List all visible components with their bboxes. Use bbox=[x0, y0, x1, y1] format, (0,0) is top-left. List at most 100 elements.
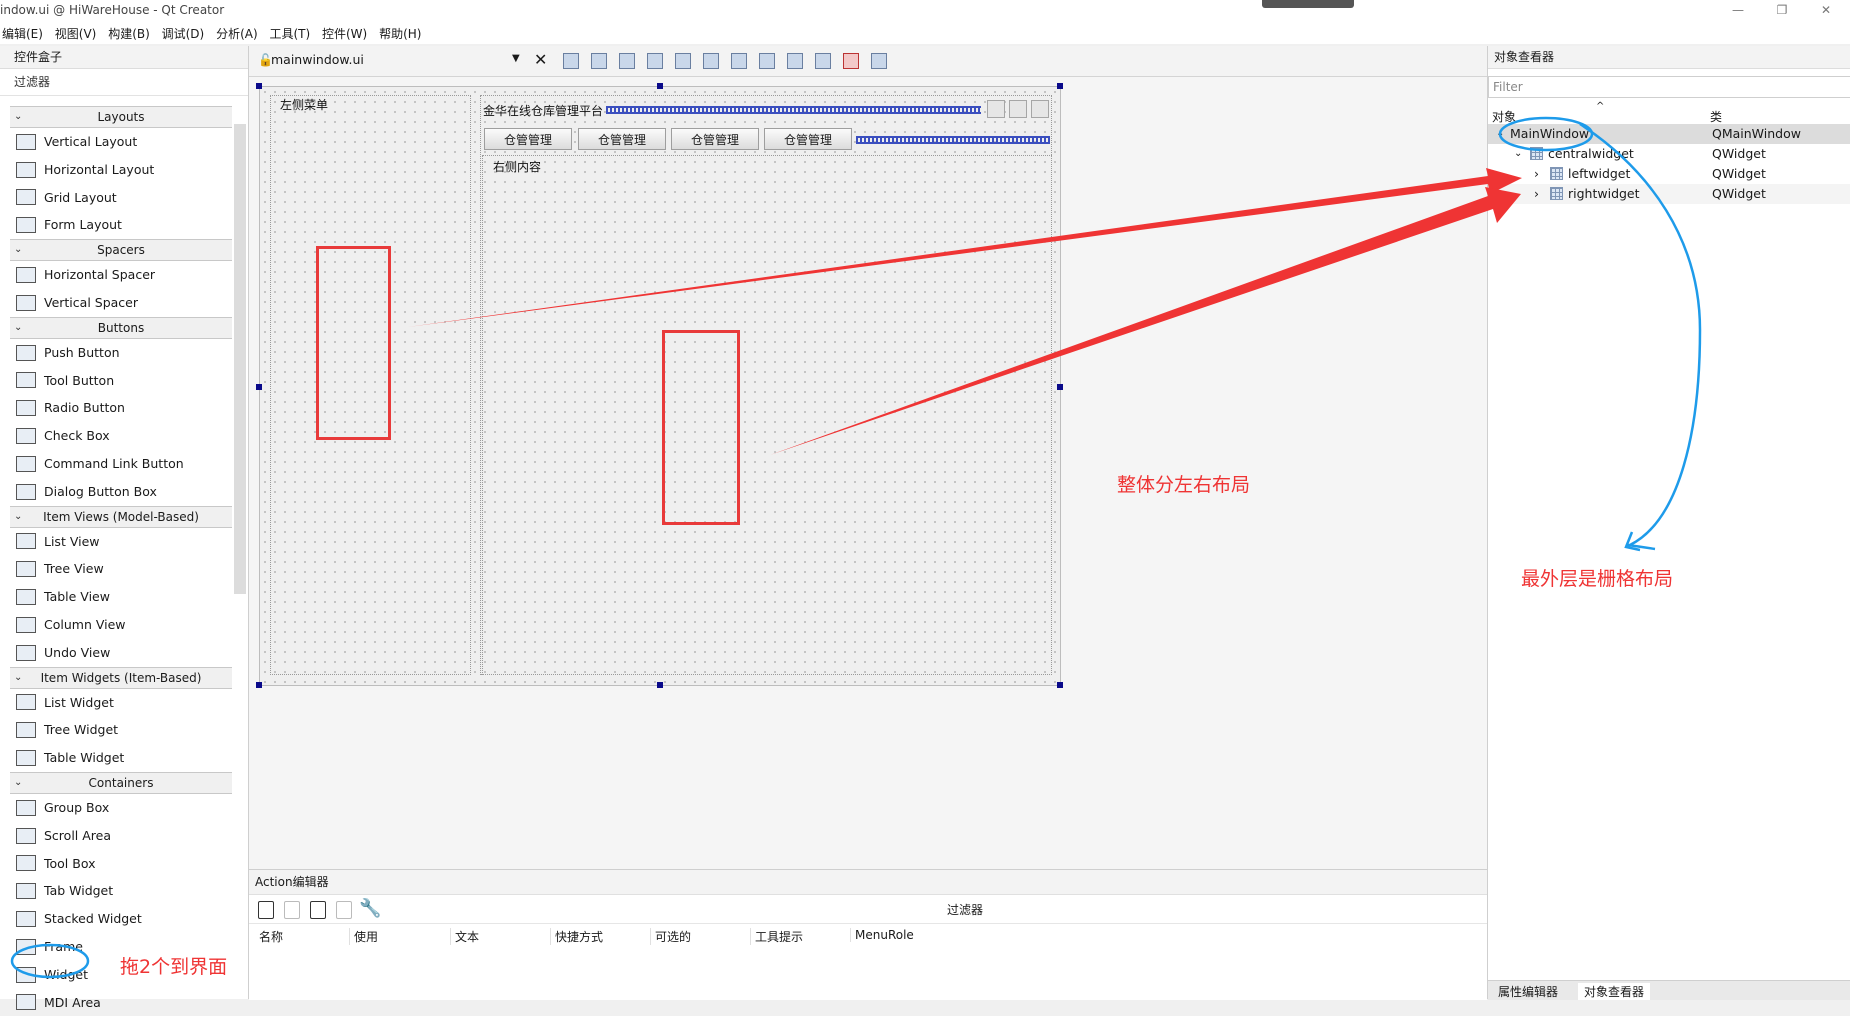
layout-horizontal-icon[interactable] bbox=[675, 53, 691, 69]
category-header[interactable]: ⌄ Layouts bbox=[10, 106, 232, 128]
object-filter-input[interactable]: Filter bbox=[1488, 76, 1850, 98]
warehouse-button-1[interactable]: 仓管管理 bbox=[484, 128, 572, 150]
collapsed-arrow-icon[interactable]: › bbox=[1534, 184, 1539, 204]
edit-signals-icon[interactable] bbox=[591, 53, 607, 69]
edit-widgets-icon[interactable] bbox=[563, 53, 579, 69]
layout-vertical-icon[interactable] bbox=[703, 53, 719, 69]
menu-edit[interactable]: 编辑(E) bbox=[0, 22, 49, 42]
collapse-chevron-icon[interactable]: ⌄ bbox=[14, 773, 22, 793]
expand-arrow-icon[interactable]: ⌄ bbox=[1514, 144, 1522, 164]
widget-item[interactable]: Tab Widget bbox=[10, 877, 232, 905]
action-filter-label[interactable]: 过滤器 bbox=[947, 901, 983, 918]
new-action-icon[interactable] bbox=[258, 901, 274, 919]
resize-handle[interactable] bbox=[1057, 682, 1063, 688]
menu-widgets[interactable]: 控件(W) bbox=[320, 22, 373, 42]
copy-action-icon[interactable] bbox=[284, 901, 300, 919]
collapse-chevron-icon[interactable]: ⌄ bbox=[14, 507, 22, 527]
widget-item[interactable]: Form Layout bbox=[10, 211, 232, 239]
widget-item[interactable]: Grid Layout bbox=[10, 184, 232, 212]
menu-analyze[interactable]: 分析(A) bbox=[214, 22, 264, 42]
warehouse-button-3[interactable]: 仓管管理 bbox=[671, 128, 759, 150]
category-header[interactable]: ⌄ Buttons bbox=[10, 316, 232, 339]
resize-handle[interactable] bbox=[256, 682, 262, 688]
col-used[interactable]: 使用 bbox=[349, 928, 378, 945]
widget-item[interactable]: Group Box bbox=[10, 794, 232, 822]
restore-button[interactable]: ❐ bbox=[1760, 0, 1804, 22]
widget-item[interactable]: Scroll Area bbox=[10, 822, 232, 850]
menu-debug[interactable]: 调试(D) bbox=[160, 22, 211, 42]
collapse-chevron-icon[interactable]: ⌄ bbox=[14, 318, 22, 338]
col-text[interactable]: 文本 bbox=[450, 928, 479, 945]
dropdown-arrow-icon[interactable]: ▼ bbox=[512, 53, 520, 64]
settings-wrench-icon[interactable]: 🔧 bbox=[359, 898, 381, 919]
close-window-button[interactable]: ✕ bbox=[1804, 0, 1848, 22]
collapse-chevron-icon[interactable]: ⌄ bbox=[14, 240, 22, 260]
category-header[interactable]: ⌄ Spacers bbox=[10, 239, 232, 262]
col-tooltip[interactable]: 工具提示 bbox=[750, 928, 803, 945]
close-document-icon[interactable]: ✕ bbox=[534, 50, 547, 69]
widget-item[interactable]: Column View bbox=[10, 611, 232, 639]
warehouse-button-4[interactable]: 仓管管理 bbox=[764, 128, 852, 150]
tree-row-leftwidget[interactable]: › leftwidget QWidget bbox=[1488, 164, 1850, 184]
document-name[interactable]: mainwindow.ui bbox=[271, 52, 364, 67]
tab-object-inspector[interactable]: 对象查看器 bbox=[1578, 983, 1651, 1000]
widget-item[interactable]: Undo View bbox=[10, 639, 232, 667]
category-header[interactable]: ⌄ Containers bbox=[10, 771, 232, 794]
tree-row-centralwidget[interactable]: ⌄ centralwidget QWidget bbox=[1488, 144, 1850, 164]
resize-handle[interactable] bbox=[256, 83, 262, 89]
category-header[interactable]: ⌄ Item Views (Model-Based) bbox=[10, 505, 232, 528]
resize-handle[interactable] bbox=[1057, 83, 1063, 89]
col-object[interactable]: 对象 bbox=[1492, 108, 1516, 125]
col-checkable[interactable]: 可选的 bbox=[650, 928, 691, 945]
edit-tab-order-icon[interactable] bbox=[647, 53, 663, 69]
expand-arrow-icon[interactable]: ⌄ bbox=[1496, 124, 1504, 144]
layout-v-splitter-icon[interactable] bbox=[759, 53, 775, 69]
col-shortcut[interactable]: 快捷方式 bbox=[550, 928, 603, 945]
col-menurole[interactable]: MenuRole bbox=[850, 928, 914, 942]
widget-box-scrollbar[interactable] bbox=[234, 124, 246, 594]
horizontal-spacer[interactable] bbox=[606, 106, 981, 114]
tree-row-rightwidget[interactable]: › rightwidget QWidget bbox=[1488, 184, 1850, 204]
widget-item[interactable]: List Widget bbox=[10, 689, 232, 717]
menu-help[interactable]: 帮助(H) bbox=[377, 22, 427, 42]
widget-item[interactable]: Stacked Widget bbox=[10, 905, 232, 933]
delete-action-icon[interactable] bbox=[336, 901, 352, 919]
widget-item[interactable]: Tool Box bbox=[10, 850, 232, 878]
edit-buddies-icon[interactable] bbox=[619, 53, 635, 69]
widget-item[interactable]: Dialog Button Box bbox=[10, 478, 232, 506]
collapsed-arrow-icon[interactable]: › bbox=[1534, 164, 1539, 184]
widget-item[interactable]: Vertical Spacer bbox=[10, 289, 232, 317]
menu-view[interactable]: 视图(V) bbox=[53, 22, 103, 42]
menu-build[interactable]: 构建(B) bbox=[106, 22, 156, 42]
layout-grid-icon[interactable] bbox=[815, 53, 831, 69]
horizontal-spacer[interactable] bbox=[856, 136, 1050, 144]
right-content-widget[interactable] bbox=[482, 155, 1052, 675]
maximize-tool-button[interactable] bbox=[1009, 100, 1027, 118]
tab-property-editor[interactable]: 属性编辑器 bbox=[1498, 983, 1558, 1000]
resize-handle[interactable] bbox=[1057, 384, 1063, 390]
paste-action-icon[interactable] bbox=[310, 901, 326, 919]
break-layout-icon[interactable] bbox=[843, 53, 859, 69]
widget-item[interactable]: Horizontal Layout bbox=[10, 156, 232, 184]
widget-item[interactable]: Tool Button bbox=[10, 367, 232, 395]
widget-item[interactable]: Tree Widget bbox=[10, 716, 232, 744]
col-name[interactable]: 名称 bbox=[255, 928, 283, 945]
close-tool-button[interactable] bbox=[1031, 100, 1049, 118]
layout-h-splitter-icon[interactable] bbox=[731, 53, 747, 69]
warehouse-button-2[interactable]: 仓管管理 bbox=[578, 128, 666, 150]
col-class[interactable]: 类 bbox=[1710, 108, 1722, 125]
minimize-button[interactable]: — bbox=[1716, 0, 1760, 22]
resize-handle[interactable] bbox=[657, 83, 663, 89]
category-header[interactable]: ⌄ Item Widgets (Item-Based) bbox=[10, 666, 232, 689]
adjust-size-icon[interactable] bbox=[871, 53, 887, 69]
widget-item[interactable]: Check Box bbox=[10, 422, 232, 450]
widget-box-filter[interactable]: 过滤器 bbox=[0, 69, 248, 96]
widget-item[interactable]: Table Widget bbox=[10, 744, 232, 772]
widget-item[interactable]: Command Link Button bbox=[10, 450, 232, 478]
collapse-chevron-icon[interactable]: ⌄ bbox=[14, 107, 22, 127]
widget-item[interactable]: List View bbox=[10, 528, 232, 556]
widget-item[interactable]: MDI Area bbox=[10, 989, 232, 1016]
widget-item[interactable]: Horizontal Spacer bbox=[10, 261, 232, 289]
minimize-tool-button[interactable] bbox=[987, 100, 1005, 118]
layout-form-icon[interactable] bbox=[787, 53, 803, 69]
